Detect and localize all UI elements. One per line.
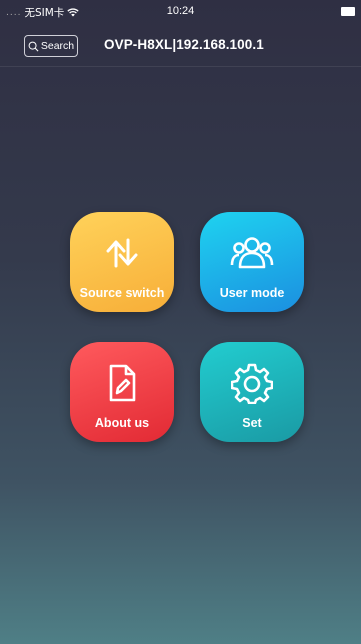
search-button[interactable]: Search [24,35,78,57]
arrows-swap-icon [70,230,174,276]
about-us-button[interactable]: About us [70,342,174,442]
source-switch-label: Source switch [79,286,165,300]
user-mode-label: User mode [219,286,285,300]
app-screen: .... 无SIM卡 10:24 Search OVP-H8XL|192.168… [0,0,361,644]
search-icon [28,41,39,51]
status-bar: .... 无SIM卡 10:24 [0,0,361,22]
set-button[interactable]: Set [200,342,304,442]
status-time: 10:24 [166,5,195,17]
users-group-icon [200,230,304,276]
device-title: OVP-H8XL|192.168.100.1 [104,37,264,52]
search-button-label: Search [40,40,75,52]
gear-icon [200,360,304,406]
battery-icon [341,7,355,16]
about-us-label: About us [94,416,150,430]
user-mode-button[interactable]: User mode [200,212,304,312]
document-edit-icon [70,360,174,406]
source-switch-button[interactable]: Source switch [70,212,174,312]
set-label: Set [242,416,262,430]
nav-bar: Search OVP-H8XL|192.168.100.1 [0,22,361,67]
